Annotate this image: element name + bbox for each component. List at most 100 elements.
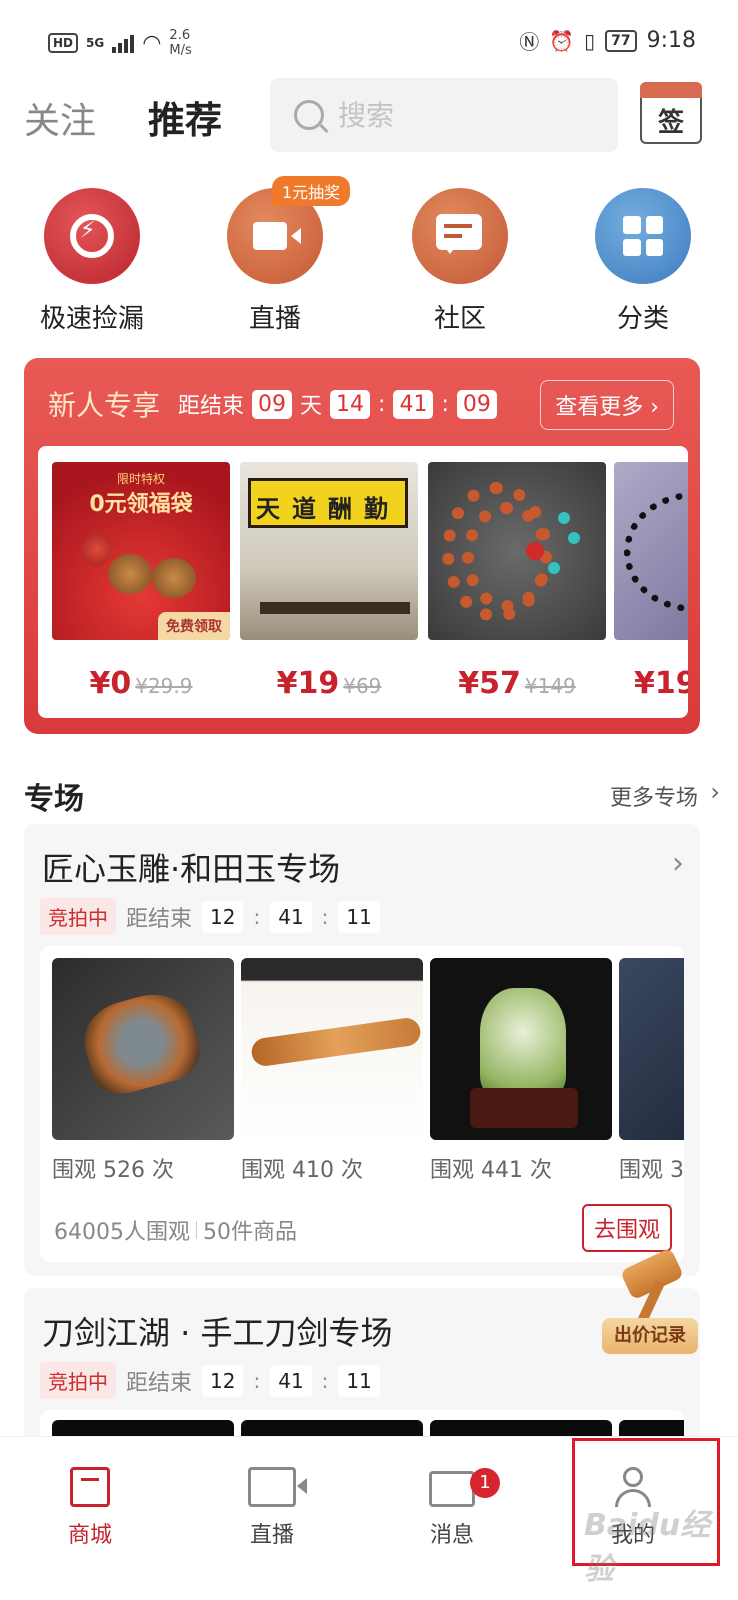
price: ¥57 (458, 666, 521, 701)
shop-icon (70, 1467, 110, 1507)
quick-action-category[interactable]: 分类 (568, 188, 718, 335)
item-image (430, 958, 612, 1140)
status-badge: 竞拍中 (40, 898, 116, 935)
unread-badge: 1 (470, 1468, 500, 1498)
search-icon (294, 100, 324, 130)
quick-action-label: 分类 (616, 304, 669, 334)
countdown-seconds: 11 (338, 900, 380, 933)
promo-product[interactable]: 限时特权 0元领福袋 免费领取 ¥0 ¥29.9 (52, 462, 230, 701)
promo-countdown-label: 距结束 (178, 394, 245, 419)
session-status-row: 竞拍中 距结束 12 : 41 : 11 (40, 898, 380, 935)
countdown-hours: 12 (202, 900, 244, 933)
nav-live[interactable]: 直播 (212, 1467, 332, 1549)
promo-product[interactable]: ¥19 (614, 462, 688, 701)
sign-in-calendar-icon[interactable]: 签 (640, 82, 702, 144)
item-image (241, 958, 423, 1140)
wifi-icon: ◠ (142, 30, 162, 56)
auction-session[interactable]: 匠心玉雕·和田玉专场 › 竞拍中 距结束 12 : 41 : 11 围观 526… (24, 824, 700, 1276)
alarm-icon: ⏰ (549, 28, 575, 53)
quick-action-community[interactable]: 社区 (385, 188, 535, 335)
sign-in-label: 签 (657, 108, 684, 138)
item-image (619, 958, 684, 1140)
nav-label: 直播 (249, 1523, 294, 1548)
countdown-seconds: 09 (456, 389, 497, 419)
search-bar[interactable] (270, 78, 618, 152)
top-header: 关注 推荐 签 (0, 76, 738, 156)
countdown-seconds: 11 (338, 1364, 380, 1397)
hd-indicator: HD (48, 33, 79, 53)
message-icon (429, 1471, 475, 1507)
goods-count: 50件商品 (203, 1220, 297, 1245)
alarm-lightning-icon (44, 188, 140, 284)
chat-bubble-icon (412, 188, 508, 284)
lottery-badge: 1元抽奖 (272, 176, 351, 206)
countdown-hours: 12 (202, 1364, 244, 1397)
network-speed: 2.6 M/s (169, 28, 192, 58)
view-count: 围观 441 次 (430, 1158, 552, 1183)
status-badge: 竞拍中 (40, 1362, 116, 1399)
more-sessions-link[interactable]: 更多专场 (610, 780, 698, 812)
nfc-icon: Ⓝ (519, 30, 540, 54)
quick-action-live[interactable]: 直播 (200, 188, 350, 335)
status-bar: HD 5G ◠ 2.6 M/s Ⓝ ⏰ ▯ 77 9:18 (0, 0, 738, 80)
session-status-row: 竞拍中 距结束 12 : 41 : 11 (40, 1362, 380, 1399)
auction-item[interactable]: 围观 441 次 (430, 958, 612, 1184)
live-tv-icon (248, 1467, 307, 1507)
day-unit: 天 (300, 394, 323, 419)
grid-category-icon (595, 188, 691, 284)
go-watch-button[interactable]: 去围观 (581, 1204, 672, 1252)
session-items: 围观 526 次 围观 410 次 围观 441 次 围观 3 64005人围观… (40, 946, 684, 1262)
quick-action-bargain[interactable]: 极速捡漏 (17, 188, 167, 335)
auction-item[interactable]: 围观 526 次 (52, 958, 234, 1184)
nav-label: 消息 (429, 1523, 474, 1548)
clock: 9:18 (646, 28, 696, 53)
promo-title: 新人专享 (48, 389, 161, 422)
vibrate-icon: ▯ (584, 28, 596, 53)
quick-action-label: 极速捡漏 (39, 304, 144, 334)
battery-icon: 77 (605, 29, 637, 52)
price: ¥0 (89, 666, 132, 701)
countdown-hours: 14 (330, 389, 371, 419)
auction-item[interactable]: 围观 3 (619, 958, 684, 1184)
colon: : (441, 391, 449, 417)
product-image: 天道酬勤 (240, 462, 418, 640)
countdown-minutes: 41 (270, 900, 312, 933)
bid-record-button[interactable]: 出价记录 (602, 1247, 698, 1360)
original-price: ¥29.9 (135, 674, 193, 698)
promo-products: 限时特权 0元领福袋 免费领取 ¥0 ¥29.9 天道酬勤 ¥19 ¥69 ¥5… (38, 446, 688, 718)
image-text: 免费领取 (158, 612, 230, 640)
search-input[interactable] (338, 98, 598, 132)
session-title: 刀剑江湖 · 手工刀剑专场 (42, 1314, 393, 1352)
view-count: 围观 410 次 (241, 1158, 363, 1183)
network-type: 5G (86, 36, 105, 50)
nav-label: 商城 (67, 1523, 112, 1548)
quick-action-label: 社区 (433, 304, 486, 334)
nav-shop[interactable]: 商城 (30, 1467, 150, 1549)
session-title: 匠心玉雕·和田玉专场 (42, 850, 341, 888)
price: ¥19 (276, 666, 340, 701)
image-text: 天道酬勤 (256, 495, 400, 523)
view-more-button[interactable]: 查看更多 › (540, 380, 674, 430)
tab-follow[interactable]: 关注 (24, 92, 96, 144)
original-price: ¥149 (524, 674, 576, 698)
quick-actions: 极速捡漏 直播 社区 分类 (0, 188, 738, 338)
auction-session[interactable]: 刀剑江湖 · 手工刀剑专场 竞拍中 距结束 12 : 41 : 11 (24, 1288, 700, 1458)
item-image (52, 958, 234, 1140)
countdown-minutes: 41 (393, 389, 434, 419)
watchers-count: 64005人围观 (54, 1220, 190, 1245)
original-price: ¥69 (343, 674, 382, 698)
bid-record-label: 出价记录 (602, 1318, 698, 1354)
product-image (614, 462, 688, 640)
promo-product[interactable]: 天道酬勤 ¥19 ¥69 (240, 462, 418, 701)
promo-product[interactable]: ¥57 ¥149 (428, 462, 606, 701)
chevron-right-icon[interactable]: › (672, 846, 684, 881)
image-text: 限时特权 (116, 472, 165, 486)
chevron-right-icon: › (710, 778, 720, 806)
signal-icon (112, 33, 135, 53)
countdown-label: 距结束 (126, 1370, 193, 1396)
new-user-promo: 新人专享 距结束 09 天 14 : 41 : 09 查看更多 › 限时特权 0… (24, 358, 700, 734)
tab-recommend[interactable]: 推荐 (148, 90, 222, 144)
auction-item[interactable]: 围观 410 次 (241, 958, 423, 1184)
watermark: Baidu经验 (584, 1508, 711, 1587)
promo-header: 新人专享 距结束 09 天 14 : 41 : 09 (48, 384, 497, 424)
